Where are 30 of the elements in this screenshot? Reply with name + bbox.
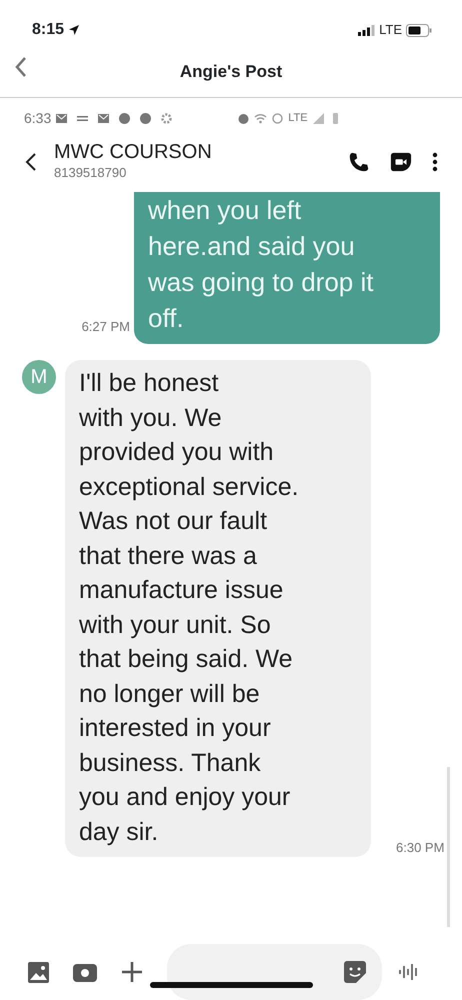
battery-icon bbox=[406, 24, 432, 36]
nav-title: Angie's Post bbox=[180, 60, 282, 83]
mail-icon bbox=[55, 112, 68, 124]
more-icon[interactable] bbox=[432, 151, 438, 173]
location-arrow-icon bbox=[68, 24, 80, 36]
phone-icon[interactable] bbox=[348, 151, 370, 173]
message-time: 6:30 PM bbox=[396, 838, 444, 856]
contact-avatar: M bbox=[22, 360, 56, 394]
gallery-icon[interactable] bbox=[28, 962, 49, 982]
gear-icon bbox=[160, 112, 174, 124]
status-time: 6:33 bbox=[24, 108, 52, 128]
sent-message: when you left here.and said you was going to drop it off. bbox=[134, 192, 440, 344]
network-label: LTE bbox=[379, 21, 402, 40]
wifi-icon bbox=[254, 112, 268, 124]
contact-name: MWC COURSON bbox=[54, 141, 213, 164]
camera-icon[interactable] bbox=[73, 962, 97, 982]
phone-number: 8139518790 bbox=[54, 164, 128, 182]
video-icon[interactable] bbox=[390, 151, 412, 173]
signal-icon bbox=[358, 24, 376, 36]
voice-icon[interactable] bbox=[398, 962, 420, 982]
message-input[interactable] bbox=[167, 944, 382, 1000]
network-label: LTE bbox=[288, 110, 308, 126]
back-icon[interactable] bbox=[24, 151, 38, 173]
plus-icon[interactable] bbox=[121, 961, 143, 983]
signal-icon bbox=[312, 112, 325, 124]
sticker-icon[interactable] bbox=[344, 961, 366, 983]
message-time: 6:27 PM bbox=[82, 318, 130, 336]
received-message: I'll be honest with you. We provided you with exceptional service. Was not our fault that there was a manufacture issue with your unit. So that being said. We no longer will be interested in your business. Thank you and enjoy your day sir. bbox=[65, 360, 371, 857]
mail-icon bbox=[97, 112, 110, 124]
status-time: 8:15 bbox=[32, 20, 64, 40]
